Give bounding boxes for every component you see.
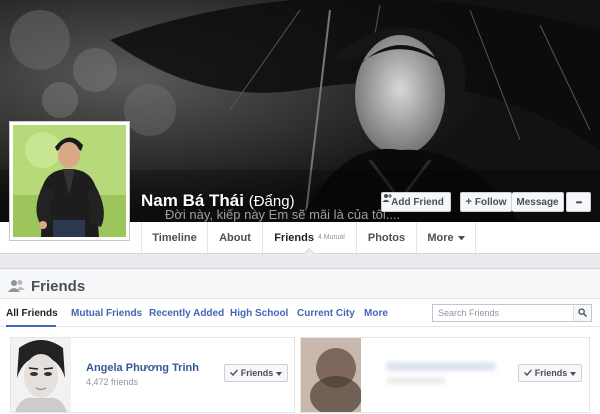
active-tab-indicator-fill	[304, 249, 314, 254]
friend-photo[interactable]	[11, 338, 71, 412]
add-friend-button[interactable]: Add Friend	[381, 192, 451, 212]
tab-photos-label: Photos	[367, 231, 406, 244]
search-friends-input[interactable]	[433, 305, 573, 321]
friend-status-label: Friends	[534, 368, 568, 378]
filter-mutual-friends[interactable]: Mutual Friends	[71, 308, 142, 319]
friend-status-button[interactable]: Friends	[224, 364, 288, 382]
follow-button[interactable]: + Follow	[460, 192, 512, 212]
cover-caption: Đời này, kiếp này Em sẽ mãi là của tôi..…	[165, 207, 401, 222]
friends-title: Friends	[31, 278, 86, 295]
tab-photos[interactable]: Photos	[356, 222, 416, 253]
check-icon	[229, 368, 238, 378]
profile-page: Nam Bá Thái (Đẩng) Đời này, kiếp này Em …	[0, 0, 600, 414]
filter-more[interactable]: More	[364, 308, 388, 319]
friend-name-blurred[interactable]	[386, 362, 496, 371]
more-options-button[interactable]: •••	[566, 192, 591, 212]
avatar	[13, 125, 126, 237]
more-options-icon: •••	[575, 197, 582, 207]
friend-card: Friends	[300, 337, 590, 413]
filter-high-school[interactable]: High School	[230, 308, 288, 319]
profile-picture[interactable]	[9, 121, 130, 241]
friend-count-blurred	[386, 377, 446, 384]
tab-timeline-label: Timeline	[152, 231, 197, 244]
search-button[interactable]	[573, 305, 591, 321]
tab-more-label: More	[427, 231, 454, 244]
filter-current-city[interactable]: Current City	[297, 308, 355, 319]
tab-timeline[interactable]: Timeline	[141, 222, 207, 253]
people-icon	[8, 279, 25, 297]
mutual-count: 4 Mutual	[317, 234, 345, 241]
check-icon	[523, 368, 532, 378]
follow-label: Follow	[474, 196, 507, 208]
caret-down-icon	[570, 368, 577, 378]
add-friend-label: Add Friend	[391, 196, 444, 208]
plus-icon: +	[465, 196, 472, 208]
message-button[interactable]: Message	[512, 192, 564, 212]
tab-about-label: About	[219, 231, 251, 244]
friend-count: 4,472 friends	[86, 377, 139, 387]
friend-status-label: Friends	[240, 368, 274, 378]
message-label: Message	[516, 196, 559, 208]
tab-more[interactable]: More	[416, 222, 476, 253]
caret-down-icon	[457, 232, 465, 244]
active-filter-underline	[6, 325, 56, 327]
filter-all-friends[interactable]: All Friends	[6, 308, 58, 319]
friend-card: Angela Phương Trinh 4,472 friends Friend…	[10, 337, 295, 413]
friend-photo-blurred[interactable]	[301, 338, 361, 412]
search-friends-box	[432, 304, 592, 322]
filter-recently-added[interactable]: Recently Added	[149, 308, 224, 319]
caret-down-icon	[276, 368, 283, 378]
friends-section: Friends All Friends Mutual Friends Recen…	[0, 268, 600, 414]
tab-friends-label: Friends	[274, 231, 314, 244]
friend-status-button[interactable]: Friends	[518, 364, 582, 382]
tab-about[interactable]: About	[207, 222, 262, 253]
friends-header: Friends	[0, 269, 600, 299]
magnifier-icon	[578, 304, 588, 322]
friend-name[interactable]: Angela Phương Trinh	[86, 362, 199, 374]
